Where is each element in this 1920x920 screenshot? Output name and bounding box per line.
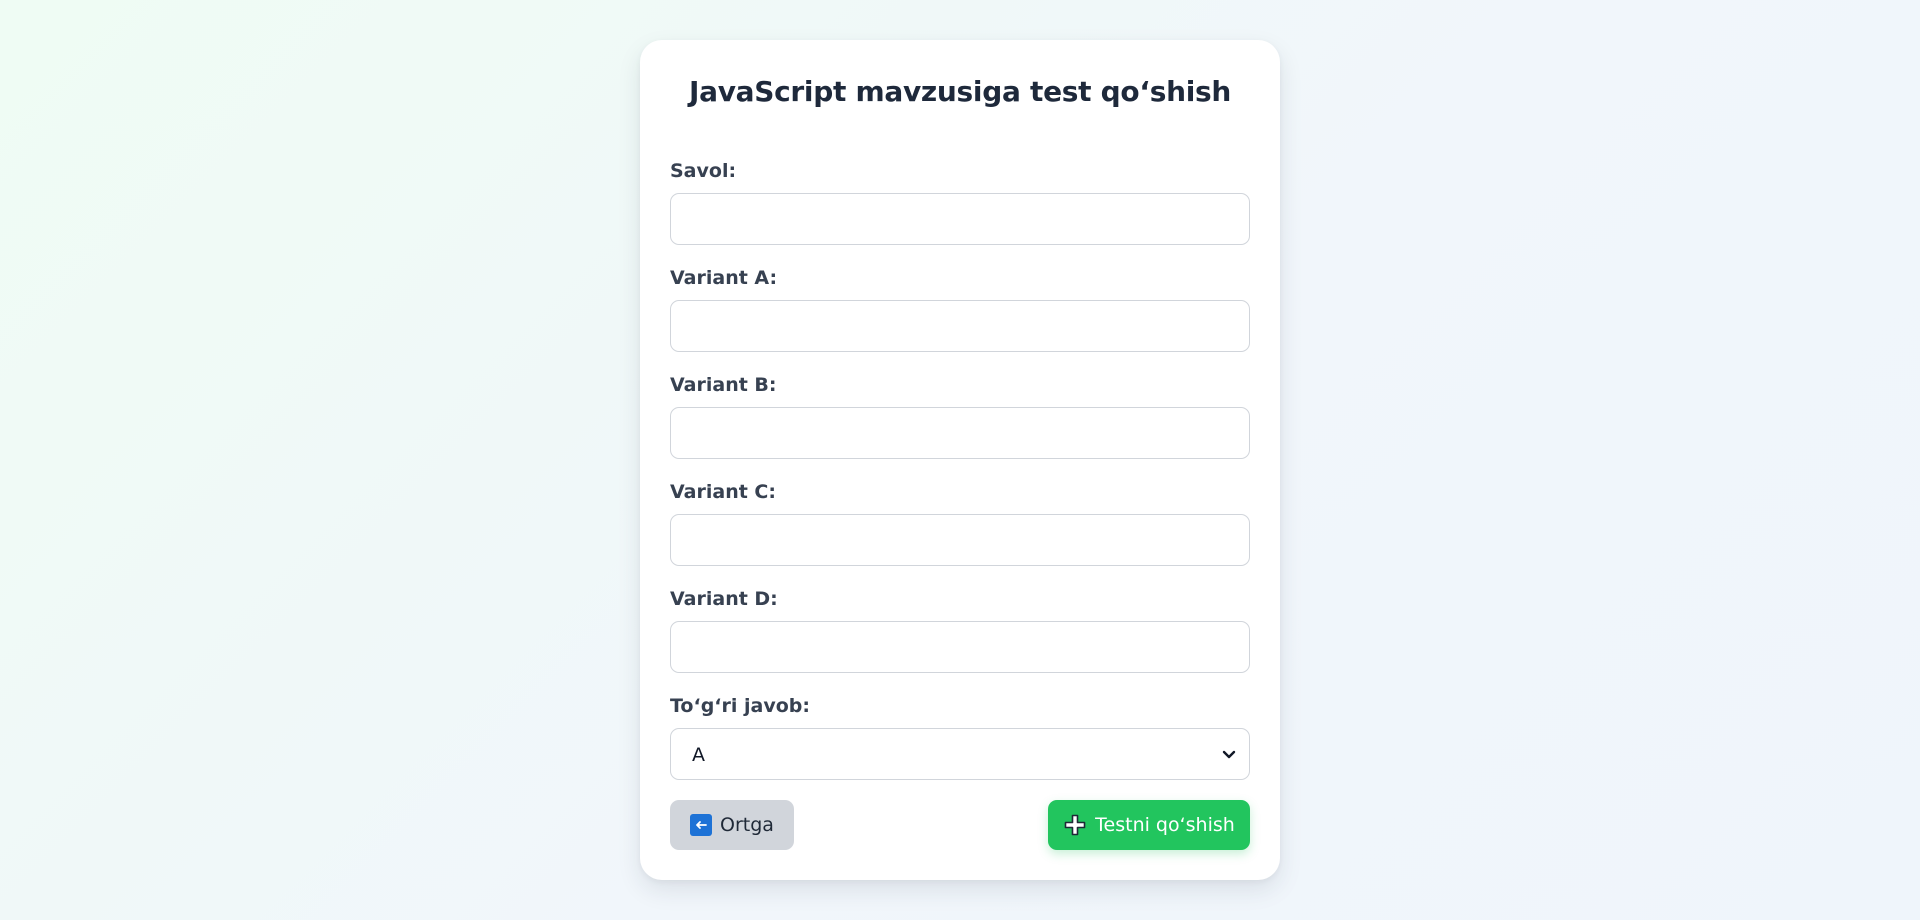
page-title: JavaScript mavzusiga test qo‘shish: [689, 75, 1231, 108]
correct-answer-field: To‘g‘ri javob: A: [670, 693, 1250, 780]
plus-icon: [1064, 814, 1086, 836]
form-actions: Ortga Testni qo‘shish: [670, 800, 1250, 850]
add-test-button[interactable]: Testni qo‘shish: [1048, 800, 1250, 850]
option-a-label: Variant A:: [670, 267, 778, 289]
option-c-field: Variant C:: [670, 479, 1250, 566]
option-a-field: Variant A:: [670, 265, 1250, 352]
option-b-field: Variant B:: [670, 372, 1250, 459]
option-c-input[interactable]: [670, 514, 1250, 566]
add-test-card: JavaScript mavzusiga test qo‘shish Savol…: [640, 40, 1280, 880]
back-button[interactable]: Ortga: [670, 800, 794, 850]
option-c-label: Variant C:: [670, 481, 776, 503]
chevron-down-icon: [1222, 750, 1236, 759]
option-d-label: Variant D:: [670, 588, 778, 610]
back-button-label: Ortga: [720, 814, 774, 836]
left-arrow-icon: [690, 814, 713, 836]
correct-answer-select[interactable]: A: [670, 728, 1250, 780]
option-b-input[interactable]: [670, 407, 1250, 459]
question-input[interactable]: [670, 193, 1250, 245]
question-field: Savol:: [670, 158, 1250, 245]
option-d-input[interactable]: [670, 621, 1250, 673]
add-test-button-label: Testni qo‘shish: [1095, 814, 1235, 836]
option-b-label: Variant B:: [670, 374, 777, 396]
option-a-input[interactable]: [670, 300, 1250, 352]
option-d-field: Variant D:: [670, 586, 1250, 673]
question-label: Savol:: [670, 160, 737, 182]
correct-answer-selected-value: A: [692, 744, 705, 766]
correct-answer-label: To‘g‘ri javob:: [670, 695, 810, 717]
